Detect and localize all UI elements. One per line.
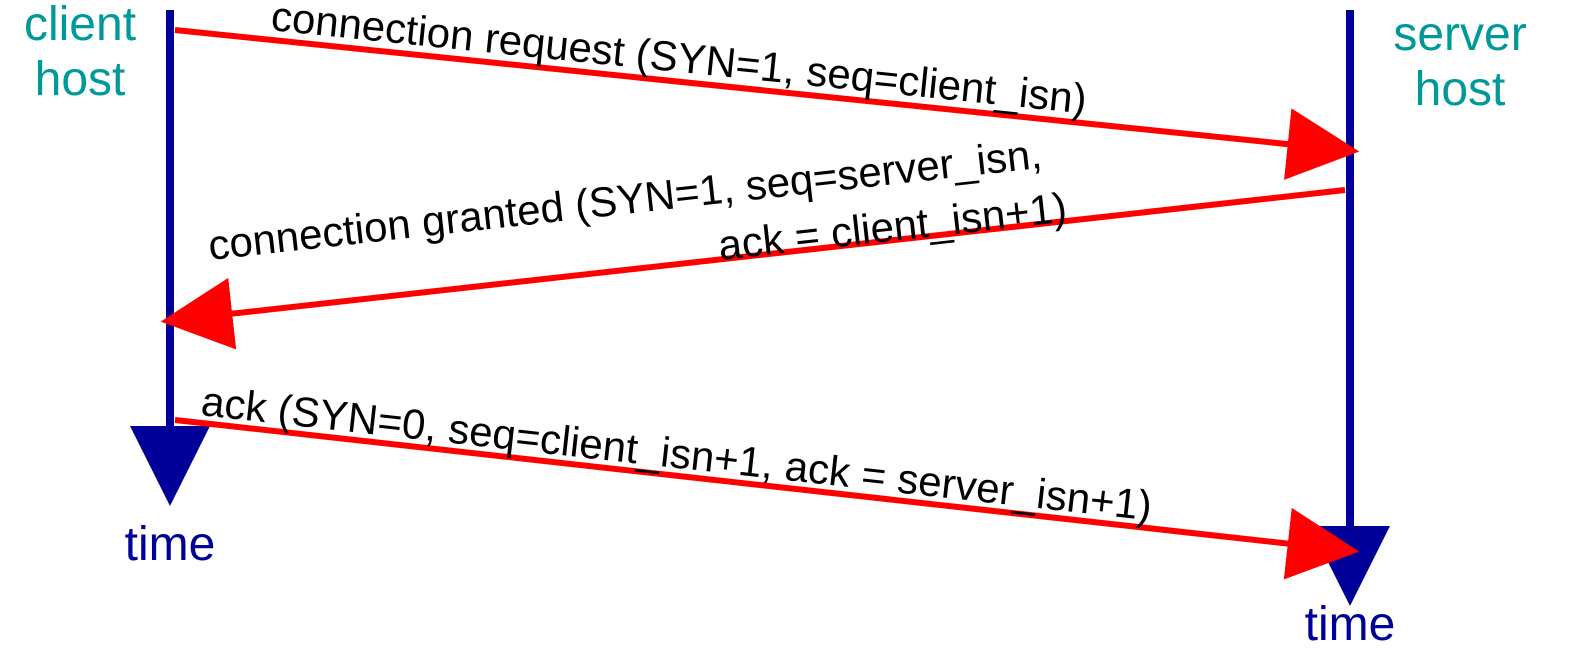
- ack-label: ack (SYN=0, seq=client_isn+1, ack = serv…: [199, 377, 1154, 529]
- syn-label: connection request (SYN=1, seq=client_is…: [269, 0, 1089, 122]
- client-host-label-line2: host: [35, 53, 126, 106]
- server-host-label-line1: server: [1393, 8, 1526, 61]
- tcp-handshake-diagram: client host server host time time connec…: [0, 0, 1569, 649]
- time-label-right: time: [1305, 598, 1396, 649]
- time-label-left: time: [125, 518, 216, 571]
- server-host-label-line2: host: [1415, 63, 1506, 116]
- client-host-label-line1: client: [24, 0, 136, 51]
